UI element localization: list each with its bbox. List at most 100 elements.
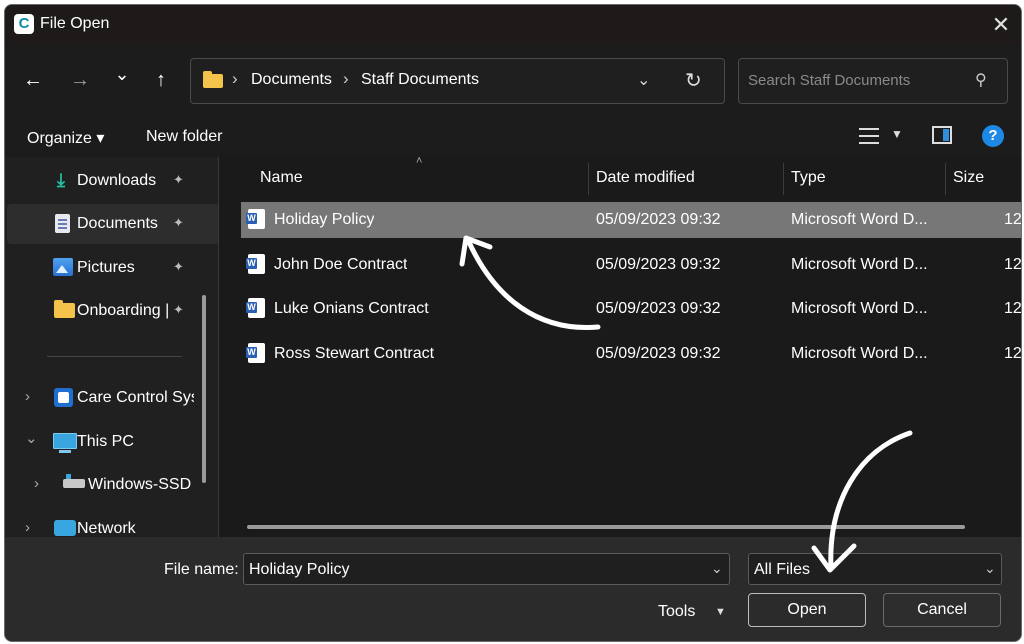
address-dropdown-icon[interactable]: ⌄ — [637, 70, 650, 90]
sidebar-item-onboarding[interactable]: Onboarding | ✦ — [7, 291, 219, 331]
window-title: File Open — [40, 15, 110, 32]
sidebar-item-label: Care Control Sys — [77, 389, 194, 406]
drive-icon — [63, 474, 85, 488]
command-toolbar: Organize ▾ New folder ▼ ? — [5, 115, 1021, 157]
file-type-value: All Files — [754, 561, 811, 578]
breadcrumb-separator: › — [232, 69, 238, 88]
chevron-down-icon[interactable]: ⌄ — [711, 560, 723, 577]
file-size: 12 — [1004, 345, 1022, 362]
search-box[interactable]: Search Staff Documents ⚲ — [738, 58, 1008, 104]
horizontal-scrollbar[interactable] — [247, 525, 965, 529]
folder-icon — [203, 71, 223, 88]
file-type: Microsoft Word D... — [791, 211, 928, 228]
search-input[interactable]: Search Staff Documents — [748, 72, 910, 89]
forward-button[interactable]: → — [65, 65, 95, 95]
file-name: John Doe Contract — [274, 256, 408, 273]
column-header-date-modified[interactable]: Date modified — [596, 169, 695, 187]
sidebar-item-label: Onboarding | — [77, 302, 170, 319]
pictures-icon — [53, 258, 73, 276]
refresh-icon[interactable]: ↻ — [685, 68, 702, 93]
file-type: Microsoft Word D... — [791, 345, 928, 362]
sidebar-item-label: Downloads — [77, 172, 157, 189]
navigation-pane: ⤓ Downloads ✦ Documents ✦ Pictures ✦ Onb… — [5, 157, 219, 537]
sidebar-scrollbar[interactable] — [202, 295, 206, 483]
column-divider[interactable] — [783, 163, 784, 195]
file-row-holiday-policy[interactable]: Holiday Policy 05/09/2023 09:32 Microsof… — [241, 202, 1022, 238]
back-button[interactable]: ← — [18, 65, 48, 95]
column-divider[interactable] — [945, 163, 946, 195]
view-options-icon[interactable] — [859, 128, 879, 144]
up-button[interactable]: ↑ — [146, 65, 176, 95]
breadcrumb-staff-documents[interactable]: Staff Documents — [361, 71, 479, 89]
column-header-type[interactable]: Type — [791, 169, 826, 187]
column-header-size[interactable]: Size — [953, 169, 984, 187]
sidebar-item-label: This PC — [77, 433, 134, 450]
column-header-name[interactable]: Name — [260, 169, 303, 187]
sidebar-item-label: Windows-SSD — [88, 476, 192, 493]
file-list: Name ˄ Date modified Type Size Holiday P… — [219, 155, 1022, 537]
network-icon — [54, 520, 76, 536]
word-document-icon — [246, 298, 265, 318]
file-date: 05/09/2023 09:32 — [596, 256, 721, 273]
word-document-icon — [246, 343, 265, 363]
sidebar-item-windows-ssd[interactable]: › Windows-SSD — [7, 465, 219, 505]
chevron-right-icon[interactable]: › — [25, 388, 30, 405]
download-icon: ⤓ — [57, 170, 65, 190]
file-name-field[interactable]: Holiday Policy ⌄ — [243, 553, 730, 585]
pin-icon: ✦ — [173, 215, 184, 230]
column-divider[interactable] — [588, 163, 589, 195]
chevron-right-icon[interactable]: › — [34, 475, 39, 492]
word-document-icon — [246, 209, 265, 229]
address-bar[interactable]: › Documents › Staff Documents ⌄ ↻ — [190, 58, 725, 104]
file-row-ross-stewart-contract[interactable]: Ross Stewart Contract 05/09/2023 09:32 M… — [241, 336, 1022, 372]
chevron-right-icon[interactable]: › — [25, 519, 30, 536]
sidebar-item-label: Network — [77, 520, 136, 537]
sidebar-item-downloads[interactable]: ⤓ Downloads ✦ — [7, 161, 219, 201]
file-row-luke-onians-contract[interactable]: Luke Onians Contract 05/09/2023 09:32 Mi… — [241, 291, 1022, 327]
dialog-footer: File name: Holiday Policy ⌄ All Files ⌄ … — [5, 537, 1021, 641]
sidebar-item-pictures[interactable]: Pictures ✦ — [7, 248, 219, 288]
pin-icon: ✦ — [173, 172, 184, 187]
file-name-value[interactable]: Holiday Policy — [249, 561, 349, 579]
word-document-icon — [246, 254, 265, 274]
file-name: Ross Stewart Contract — [274, 345, 435, 362]
file-row-john-doe-contract[interactable]: John Doe Contract 05/09/2023 09:32 Micro… — [241, 247, 1022, 283]
search-icon: ⚲ — [975, 72, 987, 89]
help-icon[interactable]: ? — [982, 125, 1004, 147]
file-size: 12 — [1004, 256, 1022, 273]
title-bar: File Open ✕ — [5, 5, 1021, 45]
recent-locations-button[interactable]: ⌄ — [107, 59, 137, 89]
preview-pane-icon[interactable] — [932, 126, 952, 144]
sidebar-item-label: Pictures — [77, 259, 135, 276]
breadcrumb-separator: › — [343, 69, 349, 88]
sort-ascending-icon: ˄ — [416, 155, 423, 167]
open-button[interactable]: Open — [748, 593, 866, 627]
chevron-down-icon[interactable]: ⌄ — [984, 560, 996, 577]
file-open-dialog: File Open ✕ ← → ⌄ ↑ › Documents › Staff … — [4, 4, 1022, 642]
breadcrumb-documents[interactable]: Documents — [251, 71, 332, 89]
documents-icon — [55, 214, 70, 233]
sidebar-divider — [47, 356, 182, 357]
new-folder-button[interactable]: New folder — [146, 128, 222, 146]
sidebar-item-care-control[interactable]: › Care Control Sys — [7, 378, 219, 418]
view-options-caret-icon[interactable]: ▼ — [891, 127, 903, 141]
sidebar-item-documents[interactable]: Documents ✦ — [7, 204, 219, 244]
file-type-select[interactable]: All Files ⌄ — [748, 553, 1002, 585]
tools-caret-icon[interactable]: ▼ — [715, 606, 726, 618]
pin-icon: ✦ — [173, 259, 184, 274]
tools-button[interactable]: Tools — [658, 603, 695, 621]
file-size: 12 — [1004, 300, 1022, 317]
app-logo-icon — [14, 14, 34, 34]
cancel-button[interactable]: Cancel — [883, 593, 1001, 627]
care-control-icon — [54, 388, 73, 407]
pin-icon: ✦ — [173, 302, 184, 317]
file-type: Microsoft Word D... — [791, 300, 928, 317]
chevron-down-icon[interactable]: ⌄ — [25, 429, 38, 447]
file-name-label: File name: — [164, 561, 239, 578]
navigation-bar: ← → ⌄ ↑ › Documents › Staff Documents ⌄ … — [5, 45, 1021, 115]
organize-button[interactable]: Organize ▾ — [27, 128, 104, 148]
file-size: 12 — [1004, 211, 1022, 228]
file-name: Luke Onians Contract — [274, 300, 429, 317]
close-button[interactable]: ✕ — [987, 11, 1015, 39]
sidebar-item-this-pc[interactable]: ⌄ This PC — [7, 422, 219, 462]
